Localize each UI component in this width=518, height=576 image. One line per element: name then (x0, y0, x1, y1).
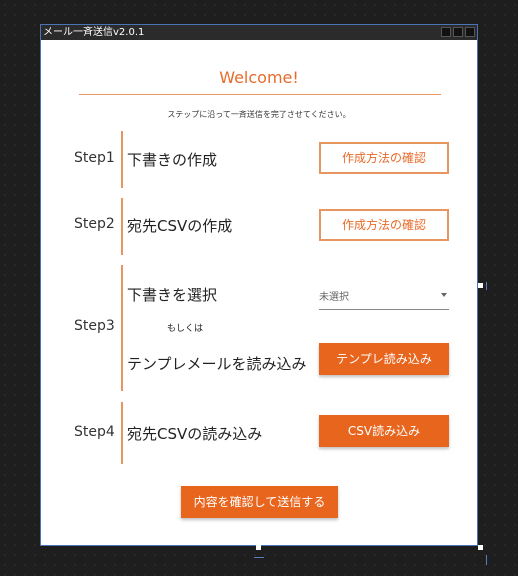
step3-label: Step3 (74, 318, 115, 334)
resize-handle-corner[interactable] (478, 545, 483, 550)
draft-select-value: 未選択 (319, 292, 349, 303)
step4-label: Step4 (74, 424, 115, 440)
window-title: メール一斉送信v2.0.1 (43, 27, 145, 38)
form-window: メール一斉送信v2.0.1 Welcome! ステップに沿って一斉送信を完了させ… (40, 24, 478, 546)
resize-handle-right[interactable] (478, 283, 483, 288)
step2-label: Step2 (74, 216, 115, 232)
step1-bar (121, 131, 123, 188)
load-template-button[interactable]: テンプレ読み込み (319, 343, 449, 375)
load-csv-button[interactable]: CSV読み込み (319, 415, 449, 447)
submit-button[interactable]: 内容を確認して送信する (181, 486, 338, 518)
step2-text: 宛先CSVの作成 (127, 217, 233, 235)
guide-line (486, 555, 487, 565)
step2-bar (121, 198, 123, 255)
close-button[interactable] (465, 27, 475, 37)
window-controls (441, 27, 475, 37)
step1-text: 下書きの作成 (127, 151, 218, 169)
minimize-button[interactable] (441, 27, 451, 37)
step3-select-text: 下書きを選択 (127, 286, 218, 304)
resize-handle-bottom[interactable] (256, 545, 261, 550)
instructions-text: ステップに沿って一斉送信を完了させてください。 (167, 110, 351, 119)
draft-select[interactable]: 未選択 (319, 281, 449, 310)
step3-template-text: テンプレメールを読み込み (127, 355, 307, 373)
heading-divider (79, 94, 441, 95)
title-bar: メール一斉送信v2.0.1 (41, 25, 477, 40)
guide-line (486, 282, 487, 290)
step1-howto-button[interactable]: 作成方法の確認 (319, 142, 449, 174)
step2-howto-button[interactable]: 作成方法の確認 (319, 209, 449, 241)
guide-line (254, 557, 264, 558)
or-text: もしくは (167, 324, 204, 334)
step1-label: Step1 (74, 150, 115, 166)
step4-text: 宛先CSVの読み込み (127, 425, 263, 443)
welcome-heading: Welcome! (219, 68, 299, 87)
step3-bar (121, 265, 123, 391)
dropdown-arrow-icon (441, 293, 447, 297)
step4-bar (121, 402, 123, 464)
maximize-button[interactable] (453, 27, 463, 37)
